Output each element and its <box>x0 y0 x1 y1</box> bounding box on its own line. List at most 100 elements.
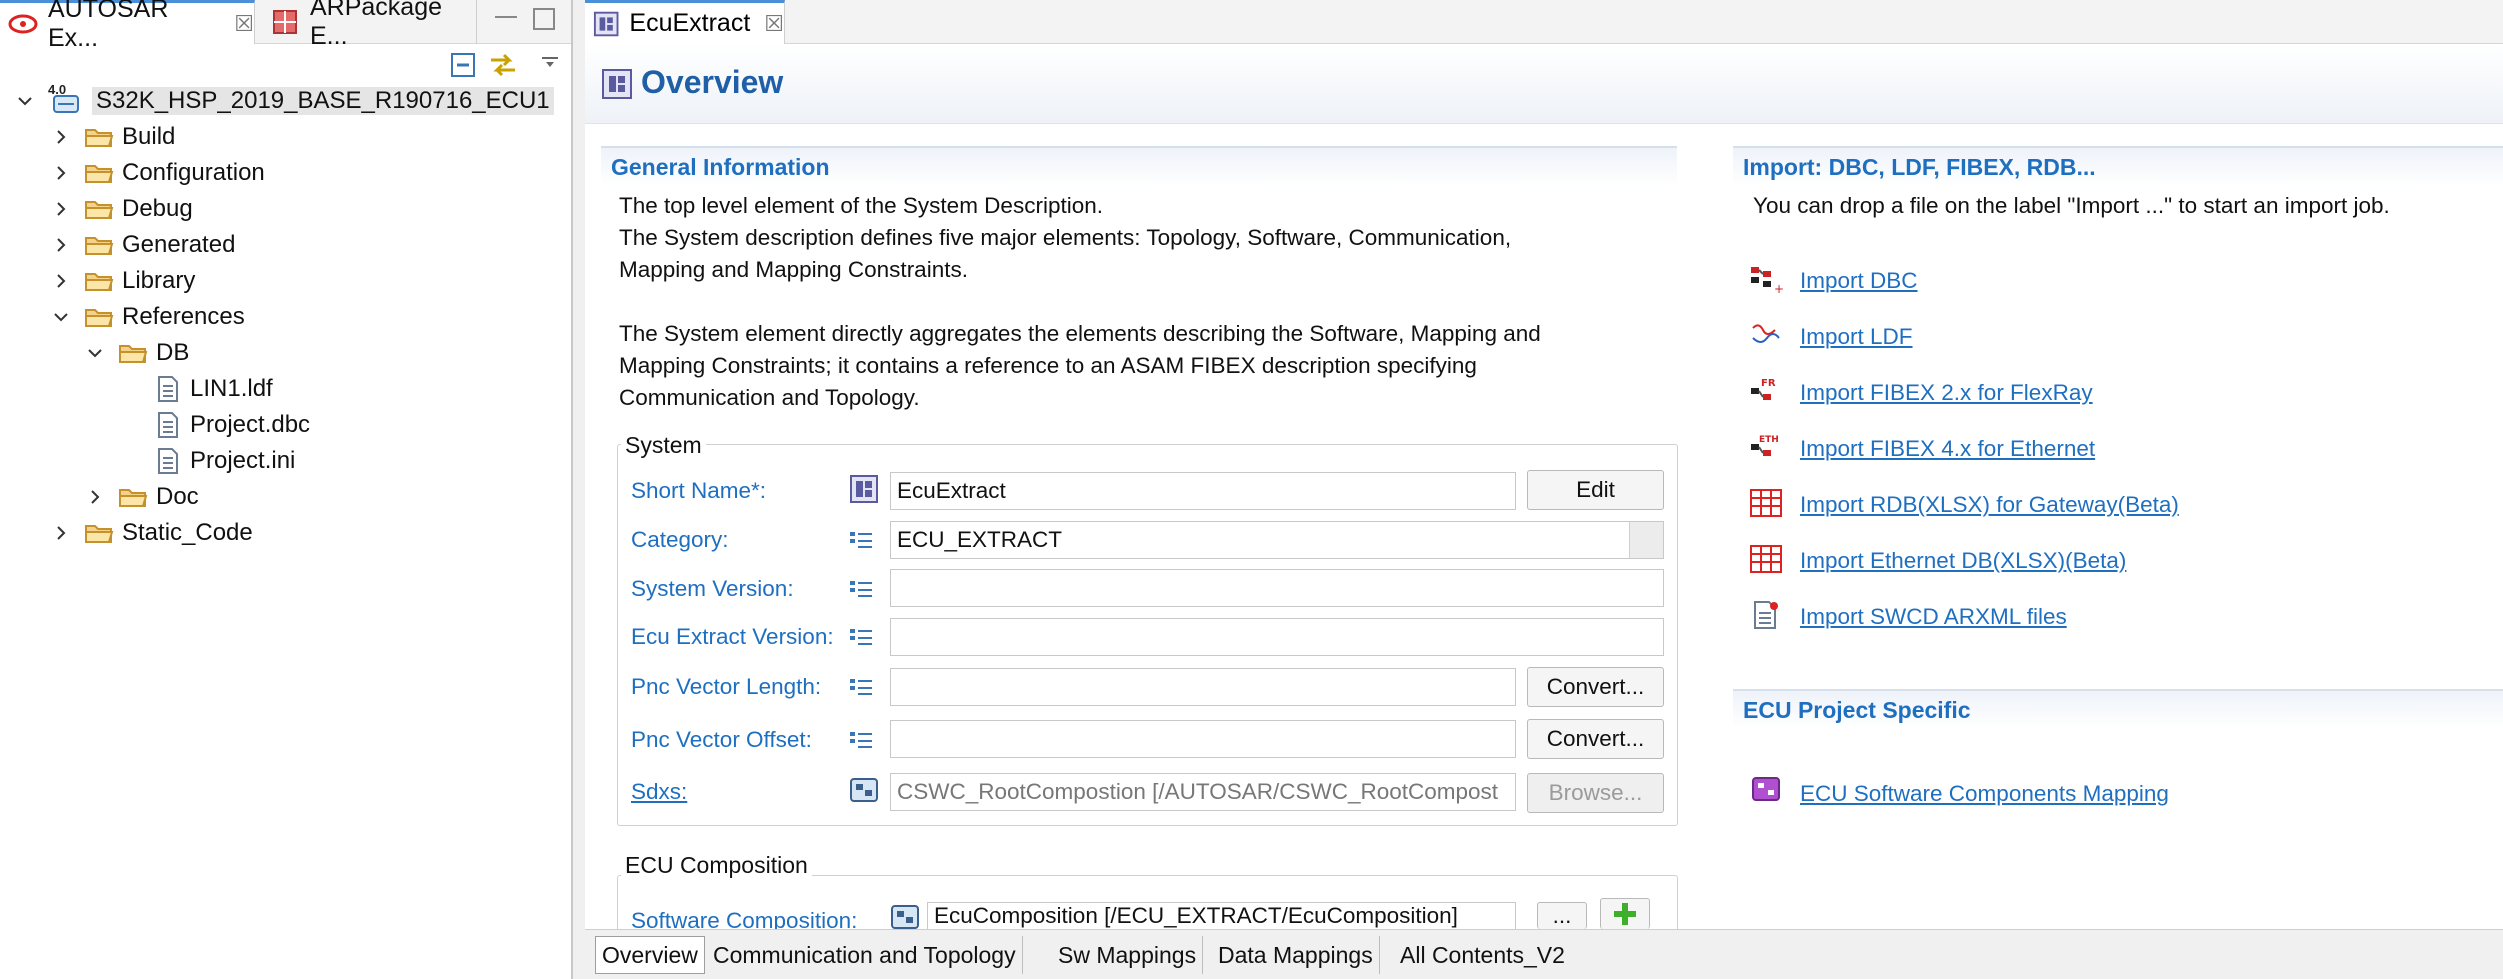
chevron-right-icon[interactable] <box>50 198 72 220</box>
chevron-right-icon[interactable] <box>50 270 72 292</box>
spreadsheet-icon <box>1750 545 1782 573</box>
import-heading: Import: DBC, LDF, FIBEX, RDB... <box>1733 146 2503 186</box>
chevron-down-icon[interactable] <box>84 342 106 364</box>
system-version-field[interactable] <box>890 569 1664 607</box>
pnc-vector-length-field[interactable] <box>890 668 1516 706</box>
autosar-project-icon: 4.0 <box>48 82 86 116</box>
tree-item-library[interactable]: Library <box>50 264 195 298</box>
view-menu-icon[interactable] <box>540 56 560 70</box>
chevron-right-icon[interactable] <box>50 234 72 256</box>
tree-item-build[interactable]: Build <box>50 120 175 154</box>
system-group-title: System <box>621 432 706 459</box>
chevron-down-icon[interactable] <box>50 306 72 328</box>
import-ethernet-db-link[interactable]: Import Ethernet DB(XLSX)(Beta) <box>1800 548 2126 574</box>
collapse-all-icon[interactable] <box>450 52 476 78</box>
import-dbc-link[interactable]: Import DBC <box>1800 268 1918 294</box>
software-composition-field[interactable]: EcuComposition [/ECU_EXTRACT/EcuComposit… <box>927 902 1516 929</box>
combo-dropdown-button[interactable] <box>1629 522 1663 558</box>
convert-length-button[interactable]: Convert... <box>1527 667 1664 707</box>
tree-item-db[interactable]: DB <box>84 336 189 370</box>
tab-ecu-extract[interactable]: EcuExtract ☒ <box>585 0 785 44</box>
minimize-icon[interactable] <box>495 8 517 18</box>
tree-label: Static_Code <box>122 519 253 546</box>
tree-label: Project.dbc <box>190 411 311 438</box>
tree-item-debug[interactable]: Debug <box>50 192 193 226</box>
tab-data-mappings[interactable]: Data Mappings <box>1212 936 1380 974</box>
folder-icon <box>119 489 148 507</box>
tab-sw-mappings[interactable]: Sw Mappings <box>1052 936 1204 974</box>
component-mapping-icon <box>1752 777 1780 801</box>
convert-offset-button[interactable]: Convert... <box>1527 719 1664 759</box>
tab-overview[interactable]: Overview <box>595 936 705 974</box>
autosar-explorer-panel: AUTOSAR Ex... ☒ ARPackage E... 4.0 S32K_… <box>0 0 573 979</box>
browse-button[interactable]: Browse... <box>1527 773 1664 813</box>
ecu-extract-version-field[interactable] <box>890 618 1664 656</box>
form-header: Overview <box>585 44 2503 124</box>
folder-icon <box>85 237 114 255</box>
tab-communication-topology[interactable]: Communication and Topology <box>707 936 1023 974</box>
close-icon[interactable]: ☒ <box>764 11 784 37</box>
tree-label: LIN1.ldf <box>190 375 273 402</box>
import-fibex-ethernet-link[interactable]: Import FIBEX 4.x for Ethernet <box>1800 436 2095 462</box>
folder-icon <box>85 201 114 219</box>
tree-item-static-code[interactable]: Static_Code <box>50 516 253 550</box>
system-version-label: System Version: <box>631 576 794 601</box>
pnc-vector-length-label: Pnc Vector Length: <box>631 674 822 699</box>
ethernet-badge: ETH <box>1759 435 1779 445</box>
general-text-2: The System description defines five majo… <box>619 225 1512 250</box>
tab-label: EcuExtract <box>629 9 751 37</box>
sdxs-link[interactable]: Sdxs: <box>631 779 687 805</box>
general-text-5: Mapping Constraints; it contains a refer… <box>619 353 1477 378</box>
explorer-toolbar <box>0 44 571 84</box>
tree-root-project[interactable]: 4.0 S32K_HSP_2019_BASE_R190716_ECU1 <box>14 82 554 118</box>
category-label: Category: <box>631 527 729 552</box>
category-combo[interactable]: ECU_EXTRACT <box>890 521 1664 559</box>
folder-icon <box>85 273 114 291</box>
list-property-icon <box>850 629 872 645</box>
chevron-right-icon[interactable] <box>50 522 72 544</box>
short-name-label: Short Name*: <box>631 478 767 503</box>
chevron-right-icon[interactable] <box>84 486 106 508</box>
folder-icon <box>85 525 114 543</box>
flexray-badge: FR <box>1761 378 1776 389</box>
chevron-right-icon[interactable] <box>50 162 72 184</box>
maximize-icon[interactable] <box>533 8 555 30</box>
tab-autosar-explorer[interactable]: AUTOSAR Ex... ☒ <box>0 0 255 52</box>
import-swcd-arxml-link[interactable]: Import SWCD ARXML files <box>1800 604 2067 630</box>
chevron-right-icon[interactable] <box>50 126 72 148</box>
chevron-down-icon[interactable] <box>14 90 36 112</box>
tree-item-lin1-ldf[interactable]: LIN1.ldf <box>156 372 273 406</box>
flexray-icon: FR <box>1751 378 1776 400</box>
import-rdb-gateway-link[interactable]: Import RDB(XLSX) for Gateway(Beta) <box>1800 492 2179 518</box>
tree-item-configuration[interactable]: Configuration <box>50 156 265 190</box>
arpackage-icon <box>270 7 300 37</box>
pnc-vector-offset-field[interactable] <box>890 720 1516 758</box>
tab-all-contents-v2[interactable]: All Contents_V2 <box>1394 936 1571 974</box>
ethernet-icon: ETH <box>1751 435 1779 456</box>
tree-label: S32K_HSP_2019_BASE_R190716_ECU1 <box>92 87 554 115</box>
tab-arpackage-explorer[interactable]: ARPackage E... <box>262 0 477 50</box>
edit-button[interactable]: Edit <box>1527 470 1664 510</box>
composition-icon <box>850 778 878 802</box>
add-composition-button[interactable] <box>1600 898 1650 929</box>
tree-label: Project.ini <box>190 447 296 474</box>
close-icon[interactable]: ☒ <box>234 11 254 37</box>
tree-item-generated[interactable]: Generated <box>50 228 235 262</box>
link-with-editor-icon[interactable] <box>487 50 519 80</box>
list-property-icon <box>850 581 872 597</box>
tree-item-project-ini[interactable]: Project.ini <box>156 444 295 478</box>
tree-label: Build <box>122 123 176 150</box>
folder-open-icon <box>119 345 148 363</box>
short-name-field[interactable]: EcuExtract <box>890 472 1516 510</box>
select-composition-button[interactable]: ... <box>1537 902 1587 929</box>
ecu-software-components-mapping-link[interactable]: ECU Software Components Mapping <box>1800 781 2169 807</box>
svg-text:+: + <box>1774 282 1783 295</box>
sdxs-field[interactable]: CSWC_RootCompostion [/AUTOSAR/CSWC_RootC… <box>890 773 1516 811</box>
tree-item-references[interactable]: References <box>50 300 245 334</box>
spreadsheet-icon <box>1750 489 1782 517</box>
tree-item-project-dbc[interactable]: Project.dbc <box>156 408 310 442</box>
import-ldf-link[interactable]: Import LDF <box>1800 324 1913 350</box>
tree-item-doc[interactable]: Doc <box>84 480 199 514</box>
import-fibex-flexray-link[interactable]: Import FIBEX 2.x for FlexRay <box>1800 380 2093 406</box>
folder-open-icon <box>85 309 114 327</box>
